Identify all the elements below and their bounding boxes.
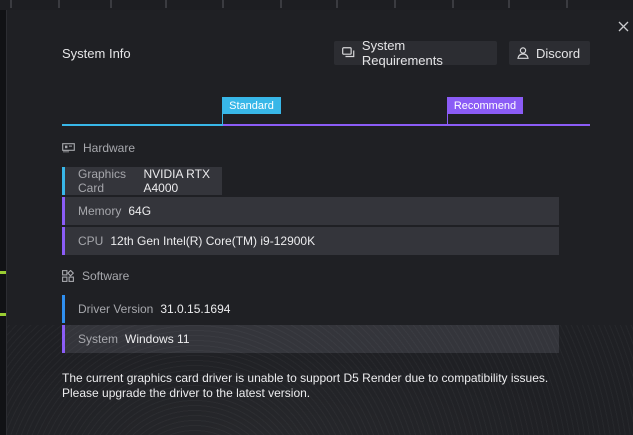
close-button[interactable] <box>613 16 633 36</box>
row-key: Graphics Card <box>78 167 127 195</box>
system-info-dialog: System Info System Requirements Discord … <box>6 10 633 435</box>
level-bar <box>62 227 65 255</box>
hardware-heading-label: Hardware <box>83 141 136 155</box>
hardware-row-cpu: CPU 12th Gen Intel(R) Core(TM) i9-12900K <box>62 227 559 255</box>
row-value: 12th Gen Intel(R) Core(TM) i9-12900K <box>110 234 316 248</box>
row-key: CPU <box>78 234 104 248</box>
standard-segment <box>62 124 223 126</box>
message-line-1: The current graphics card driver is unab… <box>62 371 549 385</box>
hardware-row-memory: Memory 64G <box>62 197 559 225</box>
level-bar <box>62 325 65 353</box>
row-key: Memory <box>78 204 122 218</box>
system-requirements-button[interactable]: System Requirements <box>334 38 497 68</box>
level-bar <box>62 197 65 225</box>
software-heading: Software <box>62 269 129 283</box>
discord-label: Discord <box>536 45 581 61</box>
gpu-icon <box>62 143 75 153</box>
background-window-strip <box>0 0 633 10</box>
standard-marker: Standard <box>222 97 281 114</box>
row-value: Windows 11 <box>125 332 190 346</box>
row-key: System <box>78 332 119 346</box>
compatibility-message: The current graphics card driver is unab… <box>62 371 622 401</box>
row-value: 64G <box>128 204 152 218</box>
user-icon <box>517 47 529 59</box>
level-bar <box>62 167 65 195</box>
hardware-row-graphics-card: Graphics Card NVIDIA RTX A4000 <box>62 167 222 195</box>
system-requirements-label: System Requirements <box>361 38 443 68</box>
hardware-heading: Hardware <box>62 141 135 155</box>
row-value: NVIDIA RTX A4000 <box>143 167 210 195</box>
software-row-system: System Windows 11 <box>62 325 559 353</box>
row-value: 31.0.15.1694 <box>160 302 231 316</box>
software-row-driver-version: Driver Version 31.0.15.1694 <box>62 295 559 323</box>
apps-icon <box>62 270 74 282</box>
close-icon <box>618 21 628 31</box>
level-bar <box>62 295 65 323</box>
chat-icon <box>342 47 355 58</box>
software-heading-label: Software <box>82 269 130 283</box>
row-key: Driver Version <box>78 302 154 316</box>
level-rail <box>62 124 590 126</box>
message-line-2: Please upgrade the driver to the latest … <box>62 386 311 400</box>
dialog-title: System Info <box>62 46 131 61</box>
discord-button[interactable]: Discord <box>509 41 590 65</box>
recommend-marker: Recommend <box>447 97 523 114</box>
